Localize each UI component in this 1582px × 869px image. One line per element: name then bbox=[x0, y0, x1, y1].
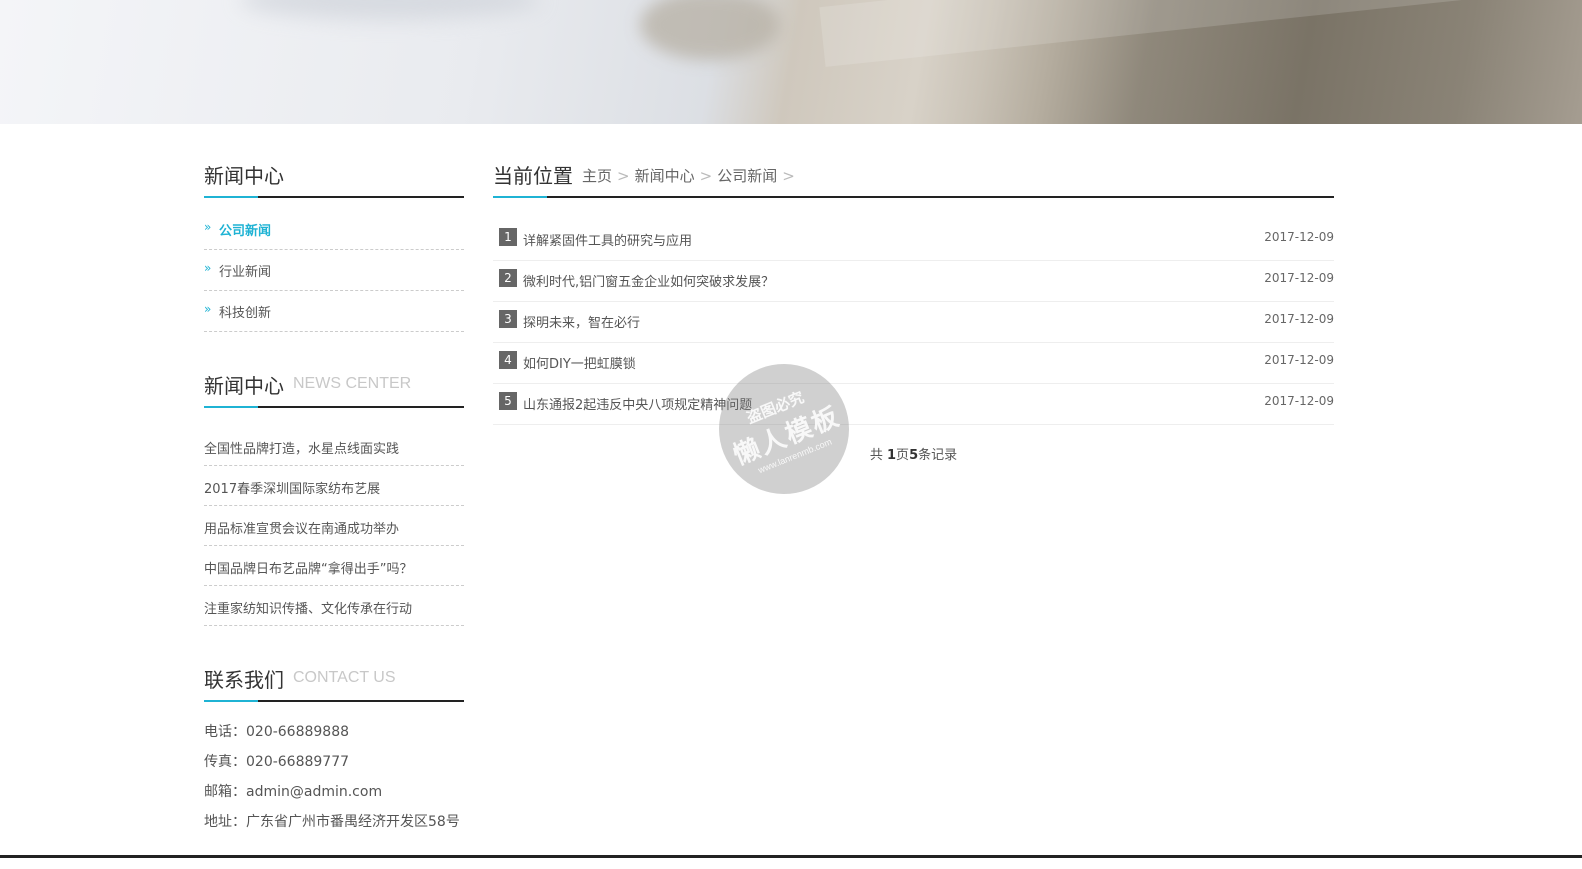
sidebar-news-item[interactable]: 全国性品牌打造，水星点线面实践 bbox=[204, 426, 464, 466]
main-content: 当前位置 主页 > 新闻中心 > 公司新闻 > 1 详解紧固件工具的研究与应用 2017-… bbox=[493, 150, 1334, 463]
article-title-link[interactable]: 山东通报2起违反中央八项规定精神问题 bbox=[523, 394, 752, 413]
article-list: 1 详解紧固件工具的研究与应用 2017-12-09 2 微利时代,铝门窗五金企… bbox=[493, 220, 1334, 425]
categories-heading: 新闻中心 bbox=[204, 150, 464, 198]
article-date: 2017-12-09 bbox=[1264, 230, 1334, 244]
breadcrumb-separator: > bbox=[782, 167, 795, 185]
breadcrumb-home[interactable]: 主页 bbox=[582, 167, 612, 185]
article-row[interactable]: 4 如何DIY一把虹膜锁 2017-12-09 bbox=[493, 343, 1334, 384]
category-item-industry-news[interactable]: » 行业新闻 bbox=[204, 250, 464, 291]
category-label: 行业新闻 bbox=[219, 265, 272, 280]
sidebar-news-item[interactable]: 注重家纺知识传播、文化传承在行动 bbox=[204, 586, 464, 626]
footer-divider bbox=[0, 855, 1582, 869]
location-heading: 当前位置 主页 > 新闻中心 > 公司新闻 > bbox=[493, 150, 1334, 198]
pager-pages: 1 bbox=[887, 448, 897, 463]
news-center-heading-en: NEWS CENTER bbox=[293, 375, 412, 392]
article-number-badge: 4 bbox=[499, 351, 517, 369]
news-link[interactable]: 全国性品牌打造，水星点线面实践 bbox=[204, 438, 399, 457]
double-chevron-right-icon: » bbox=[204, 302, 212, 316]
article-date: 2017-12-09 bbox=[1264, 271, 1334, 285]
breadcrumb-separator: > bbox=[699, 167, 713, 185]
article-number-badge: 1 bbox=[499, 228, 517, 246]
pager-records-suffix: 条记录 bbox=[918, 448, 958, 463]
article-row[interactable]: 3 探明未来，智在必行 2017-12-09 bbox=[493, 302, 1334, 343]
contact-address: 地址：广东省广州市番禺经济开发区58号 bbox=[204, 814, 460, 830]
breadcrumb-news-center[interactable]: 新闻中心 bbox=[635, 167, 695, 185]
article-title-link[interactable]: 详解紧固件工具的研究与应用 bbox=[523, 230, 692, 249]
contact-email: 邮箱：admin@admin.com bbox=[204, 784, 383, 800]
article-row[interactable]: 5 山东通报2起违反中央八项规定精神问题 2017-12-09 bbox=[493, 384, 1334, 425]
pager-pages-suffix: 页 bbox=[896, 448, 910, 463]
contact-fax: 传真：020-66889777 bbox=[204, 754, 350, 770]
news-link[interactable]: 注重家纺知识传播、文化传承在行动 bbox=[204, 598, 412, 617]
news-link[interactable]: 2017春季深圳国际家纺布艺展 bbox=[204, 478, 380, 497]
sidebar-news-item[interactable]: 2017春季深圳国际家纺布艺展 bbox=[204, 466, 464, 506]
breadcrumb: 主页 > 新闻中心 > 公司新闻 > bbox=[582, 165, 800, 186]
article-title-link[interactable]: 如何DIY一把虹膜锁 bbox=[523, 353, 636, 372]
category-label: 公司新闻 bbox=[219, 224, 272, 239]
article-title-link[interactable]: 探明未来，智在必行 bbox=[523, 312, 640, 331]
pagination-summary: 共 1页5条记录 bbox=[493, 444, 1334, 463]
contact-heading-en: CONTACT US bbox=[293, 669, 396, 686]
double-chevron-right-icon: » bbox=[204, 261, 212, 275]
pager-records: 5 bbox=[909, 448, 919, 463]
sidebar-news-item[interactable]: 用品标准宣贯会议在南通成功举办 bbox=[204, 506, 464, 546]
category-list: » 公司新闻 » 行业新闻 » 科技创新 bbox=[204, 209, 464, 332]
article-number-badge: 5 bbox=[499, 392, 517, 410]
article-date: 2017-12-09 bbox=[1264, 394, 1334, 408]
article-row[interactable]: 2 微利时代,铝门窗五金企业如何突破求发展？ 2017-12-09 bbox=[493, 261, 1334, 302]
news-center-heading-zh: 新闻中心 bbox=[204, 374, 284, 398]
article-title-link[interactable]: 微利时代,铝门窗五金企业如何突破求发展？ bbox=[523, 271, 774, 290]
category-item-company-news[interactable]: » 公司新闻 bbox=[204, 209, 464, 250]
news-link[interactable]: 用品标准宣贯会议在南通成功举办 bbox=[204, 518, 399, 537]
location-heading-title: 当前位置 bbox=[493, 164, 573, 188]
category-item-tech-innovation[interactable]: » 科技创新 bbox=[204, 291, 464, 332]
contact-phone: 电话：020-66889888 bbox=[204, 724, 350, 740]
categories-heading-zh: 新闻中心 bbox=[204, 164, 284, 188]
article-date: 2017-12-09 bbox=[1264, 312, 1334, 326]
contact-info: 电话：020-66889888 传真：020-66889777 邮箱：admin… bbox=[204, 717, 464, 837]
news-center-heading: 新闻中心 NEWS CENTER bbox=[204, 360, 464, 408]
breadcrumb-company-news[interactable]: 公司新闻 bbox=[717, 167, 777, 185]
news-link[interactable]: 中国品牌日布艺品牌“拿得出手”吗？ bbox=[204, 558, 412, 577]
hero-banner-image bbox=[0, 0, 1582, 124]
contact-heading-zh: 联系我们 bbox=[204, 668, 284, 692]
contact-heading: 联系我们 CONTACT US bbox=[204, 654, 464, 702]
double-chevron-right-icon: » bbox=[204, 220, 212, 234]
pager-prefix: 共 bbox=[869, 448, 887, 463]
breadcrumb-separator: > bbox=[617, 167, 630, 185]
category-label: 科技创新 bbox=[219, 306, 272, 321]
article-date: 2017-12-09 bbox=[1264, 353, 1334, 367]
article-number-badge: 3 bbox=[499, 310, 517, 328]
sidebar-news-list: 全国性品牌打造，水星点线面实践 2017春季深圳国际家纺布艺展 用品标准宣贯会议… bbox=[204, 426, 464, 626]
sidebar: 新闻中心 » 公司新闻 » 行业新闻 » 科技创新 新闻中心 NEWS CENT… bbox=[204, 150, 464, 837]
article-number-badge: 2 bbox=[499, 269, 517, 287]
sidebar-news-item[interactable]: 中国品牌日布艺品牌“拿得出手”吗？ bbox=[204, 546, 464, 586]
article-row[interactable]: 1 详解紧固件工具的研究与应用 2017-12-09 bbox=[493, 220, 1334, 261]
